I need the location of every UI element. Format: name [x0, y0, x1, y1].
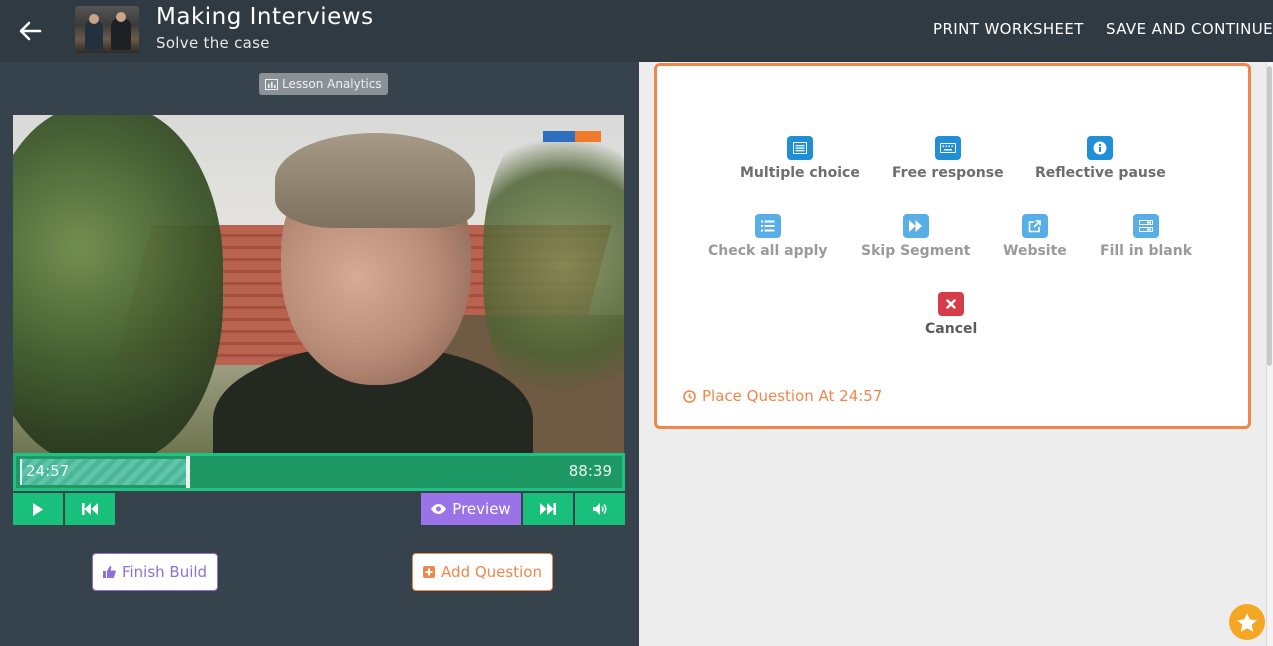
step-backward-icon: [82, 503, 98, 515]
question-type-website[interactable]: Website: [1003, 214, 1067, 259]
video-progress-bar[interactable]: 24:57 88:39: [13, 453, 625, 491]
lesson-thumbnail: [75, 6, 139, 53]
top-bar: Making Interviews Solve the case PRINT W…: [0, 0, 1273, 62]
question-type-label: Multiple choice: [740, 165, 860, 181]
place-question-label: Place Question At 24:57: [702, 387, 883, 405]
star-icon: [1237, 612, 1257, 632]
back-arrow-icon[interactable]: [16, 17, 44, 45]
question-type-label: Website: [1003, 243, 1067, 259]
video-panel: Lesson Analytics 24:57 88:39 Preview Fin…: [0, 62, 639, 646]
scrollbar-thumb[interactable]: [1267, 66, 1272, 366]
broadcaster-logo: [543, 131, 601, 142]
question-type-check-all-apply[interactable]: Check all apply: [708, 214, 828, 259]
question-type-label: Skip Segment: [861, 243, 971, 259]
eye-icon: [431, 504, 447, 514]
keyboard-icon: [934, 136, 961, 160]
external-link-icon: [1021, 214, 1048, 238]
question-type-label: Reflective pause: [1035, 165, 1166, 181]
fast-forward-button[interactable]: [523, 493, 573, 525]
form-icon: [1133, 214, 1160, 238]
plus-square-icon: [423, 566, 436, 578]
current-time: 24:57: [26, 462, 70, 480]
lesson-title: Making Interviews: [156, 4, 374, 30]
preview-button[interactable]: Preview: [421, 493, 521, 525]
volume-icon: [592, 503, 606, 515]
question-panel: Multiple choice Free response Reflective…: [639, 62, 1273, 646]
play-icon: [33, 502, 43, 516]
lesson-analytics-label: Lesson Analytics: [282, 77, 382, 91]
question-type-skip-segment[interactable]: Skip Segment: [861, 214, 970, 259]
question-type-label: Free response: [892, 165, 1004, 181]
total-duration: 88:39: [568, 462, 612, 480]
info-icon: [1087, 136, 1114, 160]
play-button[interactable]: [13, 493, 63, 525]
lesson-analytics-button[interactable]: Lesson Analytics: [259, 73, 388, 95]
question-type-card: Multiple choice Free response Reflective…: [654, 63, 1251, 429]
rewind-button[interactable]: [65, 493, 115, 525]
close-icon: [938, 292, 965, 316]
favorite-star-button[interactable]: [1229, 604, 1265, 640]
clock-icon: [683, 389, 696, 403]
question-type-label: Fill in blank: [1100, 243, 1193, 259]
place-question-time: Place Question At 24:57: [683, 387, 882, 405]
add-question-label: Add Question: [441, 563, 542, 581]
step-forward-icon: [540, 503, 556, 515]
add-question-button[interactable]: Add Question: [412, 553, 553, 591]
progress-scrub-handle[interactable]: [186, 456, 190, 488]
checklist-icon: [754, 214, 781, 238]
cancel-button[interactable]: Cancel: [925, 292, 977, 337]
finish-build-button[interactable]: Finish Build: [92, 553, 218, 591]
question-type-fill-in-blank[interactable]: Fill in blank: [1100, 214, 1192, 259]
progress-start-marker: [20, 459, 22, 485]
question-type-free-response[interactable]: Free response: [892, 136, 1004, 181]
print-worksheet-button[interactable]: PRINT WORKSHEET: [933, 20, 1084, 38]
bar-chart-icon: [265, 78, 278, 90]
preview-label: Preview: [452, 500, 511, 518]
question-type-reflective-pause[interactable]: Reflective pause: [1035, 136, 1166, 181]
list-icon: [786, 136, 813, 160]
save-and-continue-button[interactable]: SAVE AND CONTINUE: [1106, 20, 1273, 38]
thumbs-up-icon: [102, 566, 116, 578]
question-type-label: Check all apply: [708, 243, 828, 259]
fast-forward-icon: [902, 214, 929, 238]
lesson-subtitle: Solve the case: [156, 34, 270, 52]
volume-button[interactable]: [575, 493, 625, 525]
question-type-multiple-choice[interactable]: Multiple choice: [740, 136, 860, 181]
cancel-label: Cancel: [925, 321, 978, 337]
finish-build-label: Finish Build: [121, 563, 208, 581]
video-frame[interactable]: [13, 115, 624, 453]
